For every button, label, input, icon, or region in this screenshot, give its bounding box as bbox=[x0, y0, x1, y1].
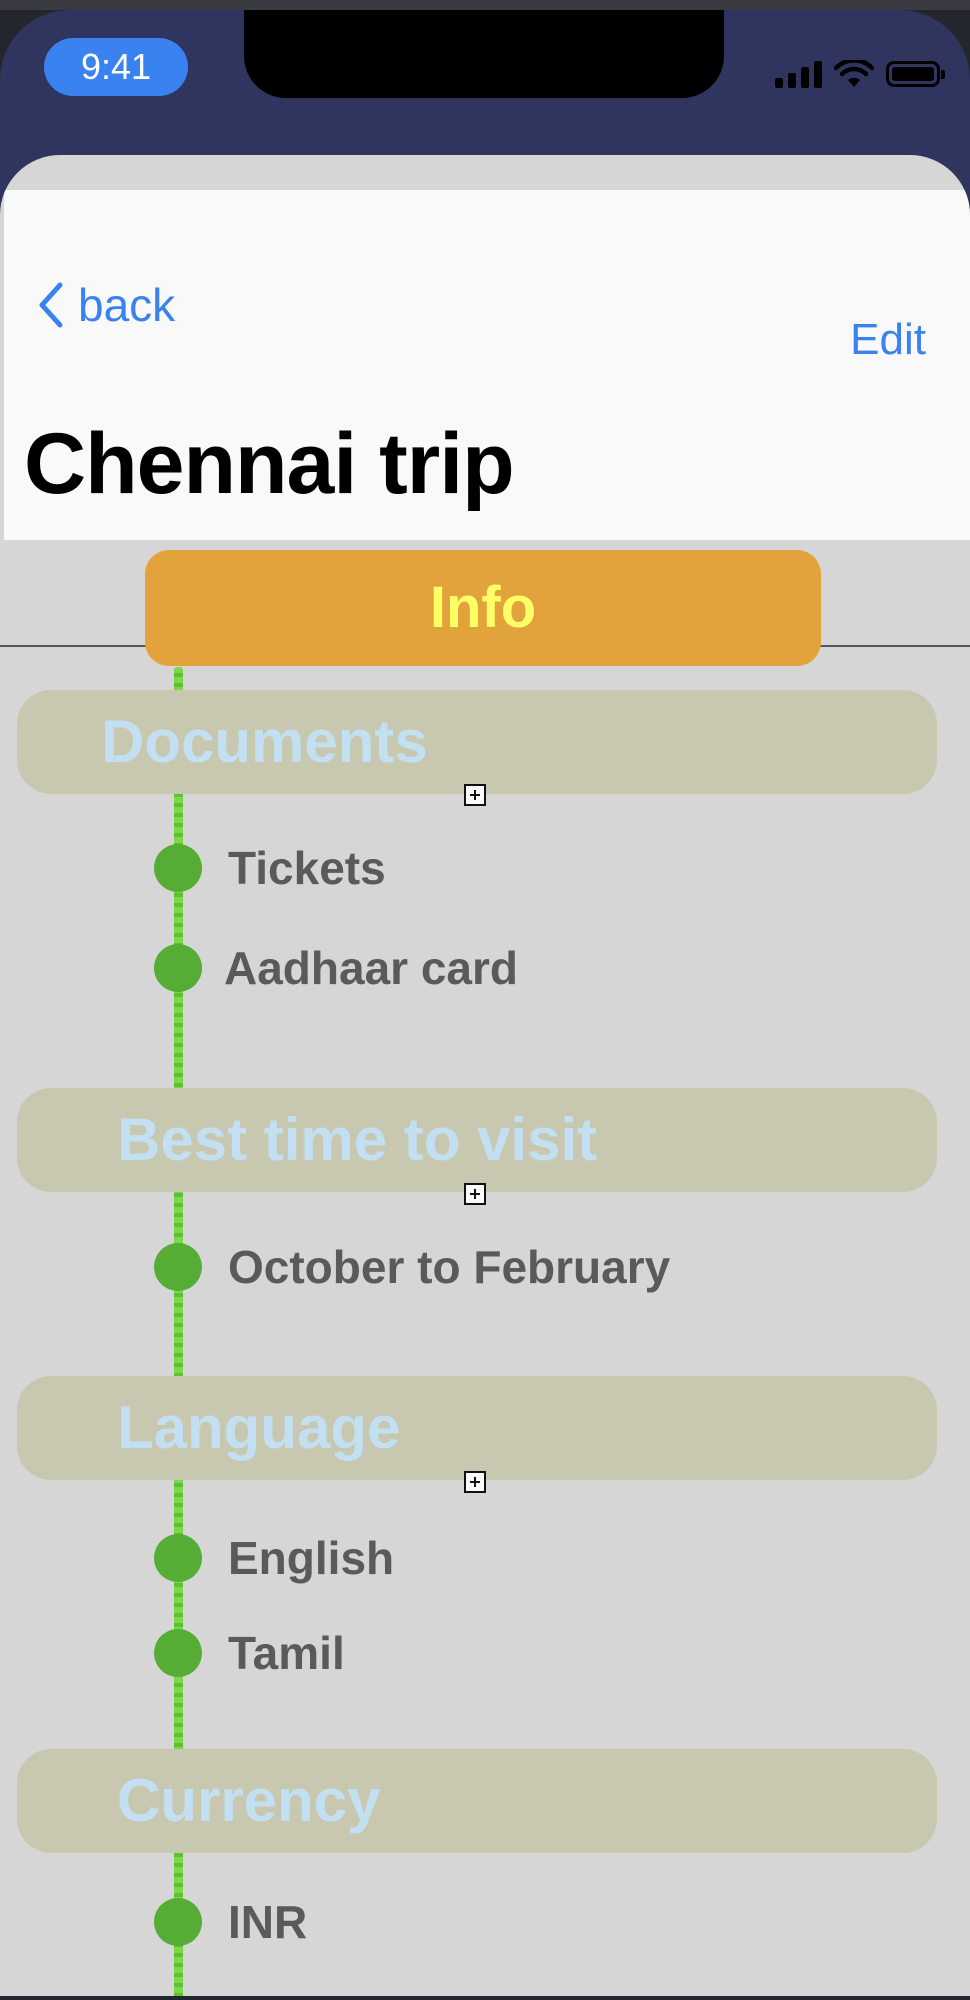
section-header-language[interactable]: Language bbox=[17, 1376, 937, 1480]
bullet-dot bbox=[154, 944, 202, 992]
plus-square-icon[interactable] bbox=[464, 1183, 486, 1205]
cellular-signal-icon bbox=[775, 60, 822, 88]
content-sheet: back Edit Chennai trip Info Documents Ti… bbox=[0, 155, 970, 1996]
bullet-dot bbox=[154, 1898, 202, 1946]
window-top-edge bbox=[0, 0, 970, 10]
section-title: Documents bbox=[101, 708, 428, 775]
list-item[interactable]: Tickets bbox=[154, 841, 386, 895]
section-header-currency[interactable]: Currency bbox=[17, 1749, 937, 1853]
list-item[interactable]: INR bbox=[154, 1895, 307, 1949]
item-label: Tamil bbox=[228, 1627, 345, 1679]
bullet-dot bbox=[154, 844, 202, 892]
section-header-best-time[interactable]: Best time to visit bbox=[17, 1088, 937, 1192]
list-item[interactable]: Tamil bbox=[154, 1626, 345, 1680]
list-item[interactable]: October to February bbox=[154, 1240, 670, 1294]
edit-button[interactable]: Edit bbox=[850, 315, 926, 365]
back-button-label: back bbox=[78, 279, 176, 331]
chevron-left-icon bbox=[39, 282, 63, 328]
navigation-bar: back Edit Chennai trip bbox=[4, 190, 970, 540]
status-time: 9:41 bbox=[44, 38, 188, 96]
item-label: INR bbox=[228, 1896, 308, 1948]
status-icons bbox=[775, 60, 945, 88]
battery-icon bbox=[886, 61, 945, 87]
list-item[interactable]: English bbox=[154, 1531, 394, 1585]
section-title: Language bbox=[117, 1394, 401, 1461]
item-label: Tickets bbox=[228, 842, 386, 894]
page-title: Chennai trip bbox=[24, 416, 515, 512]
item-label: October to February bbox=[228, 1241, 671, 1293]
wifi-icon bbox=[834, 60, 874, 87]
section-title: Best time to visit bbox=[117, 1106, 598, 1173]
phone-frame: 9:41 back Edit Chennai trip Info Documen… bbox=[0, 10, 970, 1996]
back-button[interactable]: back bbox=[36, 278, 175, 332]
device-notch bbox=[244, 10, 724, 98]
item-label: English bbox=[228, 1532, 395, 1584]
plus-square-icon[interactable] bbox=[464, 1471, 486, 1493]
bullet-dot bbox=[154, 1243, 202, 1291]
section-header-documents[interactable]: Documents bbox=[17, 690, 937, 794]
section-title: Currency bbox=[117, 1767, 381, 1834]
tab-info[interactable]: Info bbox=[145, 550, 821, 666]
bullet-dot bbox=[154, 1534, 202, 1582]
plus-square-icon[interactable] bbox=[464, 784, 486, 806]
bullet-dot bbox=[154, 1629, 202, 1677]
item-label: Aadhaar card bbox=[224, 942, 519, 994]
list-item[interactable]: Aadhaar card bbox=[154, 941, 518, 995]
